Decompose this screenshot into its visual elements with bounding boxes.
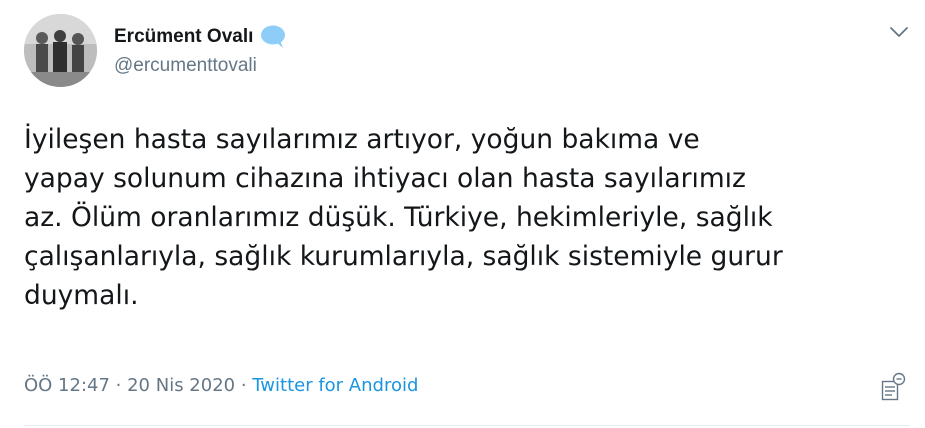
avatar-photo [24, 14, 97, 87]
meta-separator: · [109, 375, 128, 396]
tweet-text: İyileşen hasta sayılarımız artıyor, yoğu… [24, 124, 783, 311]
author-name-row: Ercüment Ovalı [114, 24, 287, 50]
tweet-time[interactable]: ÖÖ 12:47 [24, 375, 110, 396]
analytics-icon[interactable] [880, 372, 906, 402]
author-display-name[interactable]: Ercüment Ovalı [114, 26, 253, 48]
chevron-down-icon[interactable] [887, 22, 911, 42]
divider [24, 425, 910, 426]
author-handle[interactable]: @ercumenttovali [114, 55, 257, 77]
avatar[interactable] [24, 14, 97, 87]
tweet-date[interactable]: 20 Nis 2020 [127, 375, 235, 396]
tweet-source-link[interactable]: Twitter for Android [252, 375, 418, 396]
tweet-meta: ÖÖ 12:47 · 20 Nis 2020 · Twitter for And… [24, 375, 418, 396]
meta-separator: · [235, 375, 253, 396]
speech-bubble-badge-icon [259, 24, 287, 50]
